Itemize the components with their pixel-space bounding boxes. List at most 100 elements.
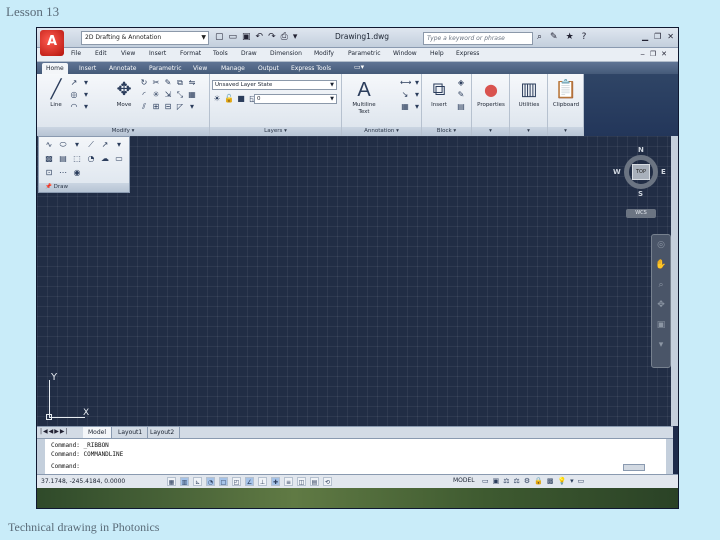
selection-cycling-icon[interactable]: ⟲ [323,477,332,486]
properties-button[interactable]: ● Properties [476,78,506,109]
wipeout-icon[interactable]: ▭ [114,154,124,164]
arc-icon[interactable]: ◠ [69,102,79,112]
dropdown-icon[interactable]: ▾ [412,102,422,112]
model-space-button[interactable]: MODEL [453,477,475,484]
snap-icon[interactable]: ▦ [167,477,176,486]
layer-color-icon[interactable]: ■ [236,94,246,104]
open-icon[interactable]: ▭ [229,32,238,43]
pan-icon[interactable]: ✋ [652,255,670,275]
lock-icon[interactable]: 🔒 [534,477,543,486]
clean-screen-icon[interactable]: ▭ [578,477,585,486]
print-icon[interactable]: ⎙ [281,32,288,43]
otrack-icon[interactable]: ∠ [245,477,254,486]
point-icon[interactable]: ⊡ [44,168,54,178]
hatch-icon[interactable]: ▩ [44,154,54,164]
zoom-icon[interactable]: ⌕ [652,275,670,295]
tab-insert[interactable]: Insert [75,63,100,74]
viewcube[interactable]: TOP N S W E [613,146,666,198]
create-block-icon[interactable]: ◈ [456,78,466,88]
transparency-icon[interactable]: ◫ [297,477,306,486]
tab-model[interactable]: Model [83,427,113,438]
menu-dimension[interactable]: Dimension [270,50,302,57]
erase-icon[interactable]: ✎ [163,78,173,88]
compass-south[interactable]: S [638,190,643,198]
close-icon[interactable]: ✕ [667,32,674,42]
insert-block-button[interactable]: ⧉ Insert [424,78,454,109]
command-prompt[interactable]: Command: [51,463,80,470]
offset-icon[interactable]: ⫽ [139,102,149,112]
restore-icon[interactable]: ❐ [654,32,661,42]
dyn-icon[interactable]: ✚ [271,477,280,486]
3dosnap-icon[interactable]: ◰ [232,477,241,486]
lineweight-icon[interactable]: ≡ [284,477,293,486]
current-layer-dropdown[interactable]: 0 ▼ [254,94,337,104]
mirror-icon[interactable]: ⇋ [187,78,197,88]
isolate-objects-icon[interactable]: 💡 [557,477,566,486]
menu-draw[interactable]: Draw [241,50,257,57]
dimension-icon[interactable]: ⟷ [400,78,411,88]
divide-icon[interactable]: ⋯ [58,168,68,178]
binoculars-icon[interactable]: ⌕ [537,32,542,43]
break-icon[interactable]: ⊟ [163,102,173,112]
new-icon[interactable]: ▢ [215,32,224,43]
command-line-scroll[interactable] [623,464,645,471]
menu-insert[interactable]: Insert [149,50,166,57]
move-button[interactable]: ✥ Move [109,78,139,109]
tab-layout1[interactable]: Layout1 [113,427,149,438]
dropdown-icon[interactable]: ▾ [114,140,124,150]
dropdown-icon[interactable]: ▾ [187,102,197,112]
attribute-icon[interactable]: ▤ [456,102,466,112]
revision-cloud-icon[interactable]: ☁ [100,154,110,164]
menu-tools[interactable]: Tools [213,50,228,57]
join-icon[interactable]: ⊞ [151,102,161,112]
showmotion-icon[interactable]: ▣ [652,315,670,335]
tab-parametric[interactable]: Parametric [145,63,186,74]
compass-east[interactable]: E [661,168,666,176]
dropdown-icon[interactable]: ▾ [81,90,91,100]
dropdown-icon[interactable]: ▾ [81,102,91,112]
dropdown-icon[interactable]: ▾ [81,78,91,88]
layer-on-icon[interactable]: ☀ [212,94,222,104]
compass-west[interactable]: W [613,168,621,176]
search-input[interactable]: Type a keyword or phrase [423,32,533,45]
region-icon[interactable]: ◔ [86,154,96,164]
polyline-icon[interactable]: ↗ [69,78,79,88]
edit-block-icon[interactable]: ✎ [456,90,466,100]
help-icon[interactable]: ? [582,32,587,43]
annotation-scale-icon[interactable]: ⚖ [503,477,509,486]
menu-view[interactable]: View [121,50,135,57]
favorites-icon[interactable]: ★ [566,32,574,43]
menu-edit[interactable]: Edit [95,50,107,57]
steering-wheel-icon[interactable]: ◎ [652,235,670,255]
workspace-switching-icon[interactable]: ⚙ [524,477,530,486]
workspace-dropdown[interactable]: 2D Drafting & Annotation ▼ [81,31,209,45]
polar-icon[interactable]: ◔ [206,477,215,486]
circle-icon[interactable]: ◎ [69,90,79,100]
dropdown-icon[interactable]: ▾ [412,90,422,100]
construction-line-icon[interactable]: ⟋ [86,140,96,150]
layer-state-dropdown[interactable]: Unsaved Layer State ▼ [212,80,337,90]
ducs-icon[interactable]: ⊥ [258,477,267,486]
application-menu-button[interactable]: A [40,30,64,56]
layers-panel-label[interactable]: Layers ▾ [210,127,341,136]
annotation-panel-label[interactable]: Annotation ▾ [342,127,421,136]
communication-center-icon[interactable]: ✎ [550,32,558,43]
stretch-icon[interactable]: ⇲ [163,90,173,100]
osnap-icon[interactable]: □ [219,477,228,486]
menu-express[interactable]: Express [456,50,479,57]
tab-view[interactable]: View [189,63,211,74]
menu-window[interactable]: Window [393,50,417,57]
menu-parametric[interactable]: Parametric [348,50,381,57]
customize-icon[interactable]: ▾ [293,32,298,43]
tab-home[interactable]: Home [42,63,68,74]
wcs-menu[interactable]: WCS [626,209,656,218]
utilities-button[interactable]: ▥ Utilities [514,78,544,109]
copy-icon[interactable]: ⧉ [175,78,185,88]
array-icon[interactable]: ▦ [187,90,197,100]
grid-icon[interactable]: ▥ [180,477,189,486]
boundary-icon[interactable]: ⬚ [72,154,82,164]
properties-panel-label[interactable]: ▾ [472,127,509,136]
undo-icon[interactable]: ↶ [256,32,264,43]
menu-help[interactable]: Help [430,50,444,57]
redo-icon[interactable]: ↷ [268,32,276,43]
